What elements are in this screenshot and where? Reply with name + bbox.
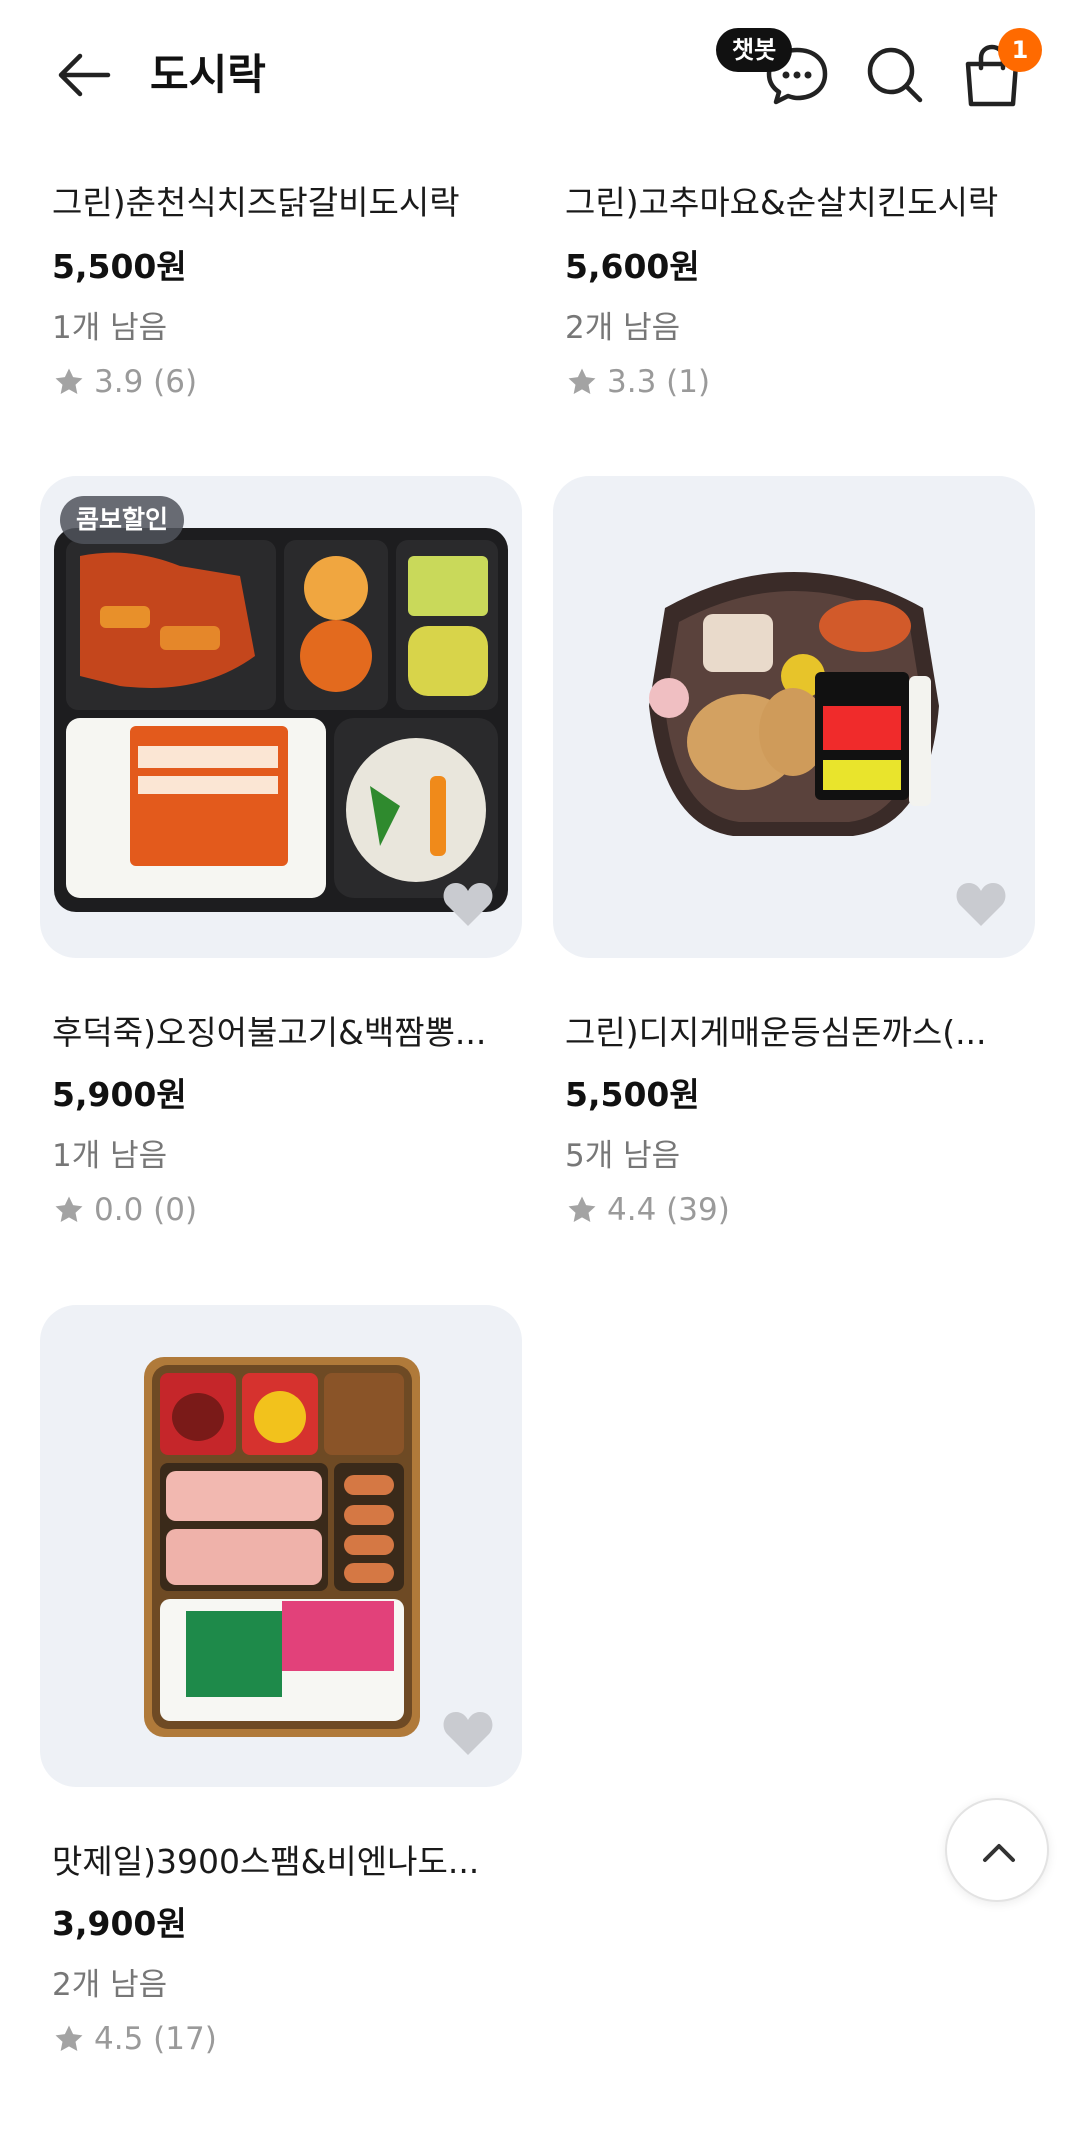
scroll-to-top-button[interactable] xyxy=(945,1798,1049,1902)
product-price: 5,600원 xyxy=(565,247,700,286)
combo-discount-tag: 콤보할인 xyxy=(60,496,185,544)
heart-icon xyxy=(443,883,493,926)
product-name[interactable]: 후덕죽)오징어불고기&백짬뽕... xyxy=(52,1006,512,1054)
product-name[interactable]: 맛제일)3900스팸&비엔나도... xyxy=(52,1835,512,1883)
product-stock: 2개 남음 xyxy=(565,310,681,346)
chatbot-badge[interactable]: 챗봇 xyxy=(716,28,793,72)
top-app-bar: 도시락 챗봇 1 xyxy=(0,0,1080,140)
product-rating: 0.0 (0) xyxy=(52,1192,197,1228)
cart-count-badge: 1 xyxy=(998,28,1042,72)
product-name[interactable]: 그린)고추마요&순살치킨도시락 xyxy=(565,176,1025,224)
product-image[interactable]: 콤보할인 xyxy=(40,476,522,958)
product-rating: 3.3 (1) xyxy=(565,364,710,400)
star-icon xyxy=(568,1196,596,1223)
product-stock: 2개 남음 xyxy=(52,1967,168,2003)
heart-icon xyxy=(443,1712,493,1755)
search-icon xyxy=(867,47,923,103)
product-stock: 5개 남음 xyxy=(565,1138,681,1174)
back-button[interactable] xyxy=(50,40,120,110)
chevron-up-icon xyxy=(983,1844,1015,1862)
wishlist-button[interactable] xyxy=(442,1709,494,1757)
product-name[interactable]: 그린)디지게매운등심돈까스(... xyxy=(565,1006,1025,1054)
wishlist-button[interactable] xyxy=(442,880,494,928)
product-price: 5,500원 xyxy=(565,1075,700,1114)
rating-text: 0.0 (0) xyxy=(94,1192,198,1228)
product-stock: 1개 남음 xyxy=(52,1138,168,1174)
page-title: 도시락 xyxy=(150,50,266,99)
product-image[interactable] xyxy=(553,476,1035,958)
product-rating: 3.9 (6) xyxy=(52,364,197,400)
arrow-left-icon xyxy=(58,53,111,97)
rating-text: 4.5 (17) xyxy=(94,2021,217,2057)
product-name[interactable]: 그린)춘천식치즈닭갈비도시락 xyxy=(52,176,512,224)
product-price: 3,900원 xyxy=(52,1904,187,1943)
product-price: 5,900원 xyxy=(52,1075,187,1114)
product-price: 5,500원 xyxy=(52,247,187,286)
star-icon xyxy=(55,2025,83,2052)
product-rating: 4.5 (17) xyxy=(52,2021,217,2057)
rating-text: 3.9 (6) xyxy=(94,364,198,400)
rating-text: 3.3 (1) xyxy=(607,364,711,400)
product-rating: 4.4 (39) xyxy=(565,1192,730,1228)
star-icon xyxy=(55,1196,83,1223)
wishlist-button[interactable] xyxy=(955,880,1007,928)
product-image[interactable] xyxy=(40,1305,522,1787)
product-stock: 1개 남음 xyxy=(52,310,168,346)
heart-icon xyxy=(956,883,1006,926)
star-icon xyxy=(55,368,83,395)
star-icon xyxy=(568,368,596,395)
rating-text: 4.4 (39) xyxy=(607,1192,730,1228)
search-button[interactable] xyxy=(860,40,930,110)
